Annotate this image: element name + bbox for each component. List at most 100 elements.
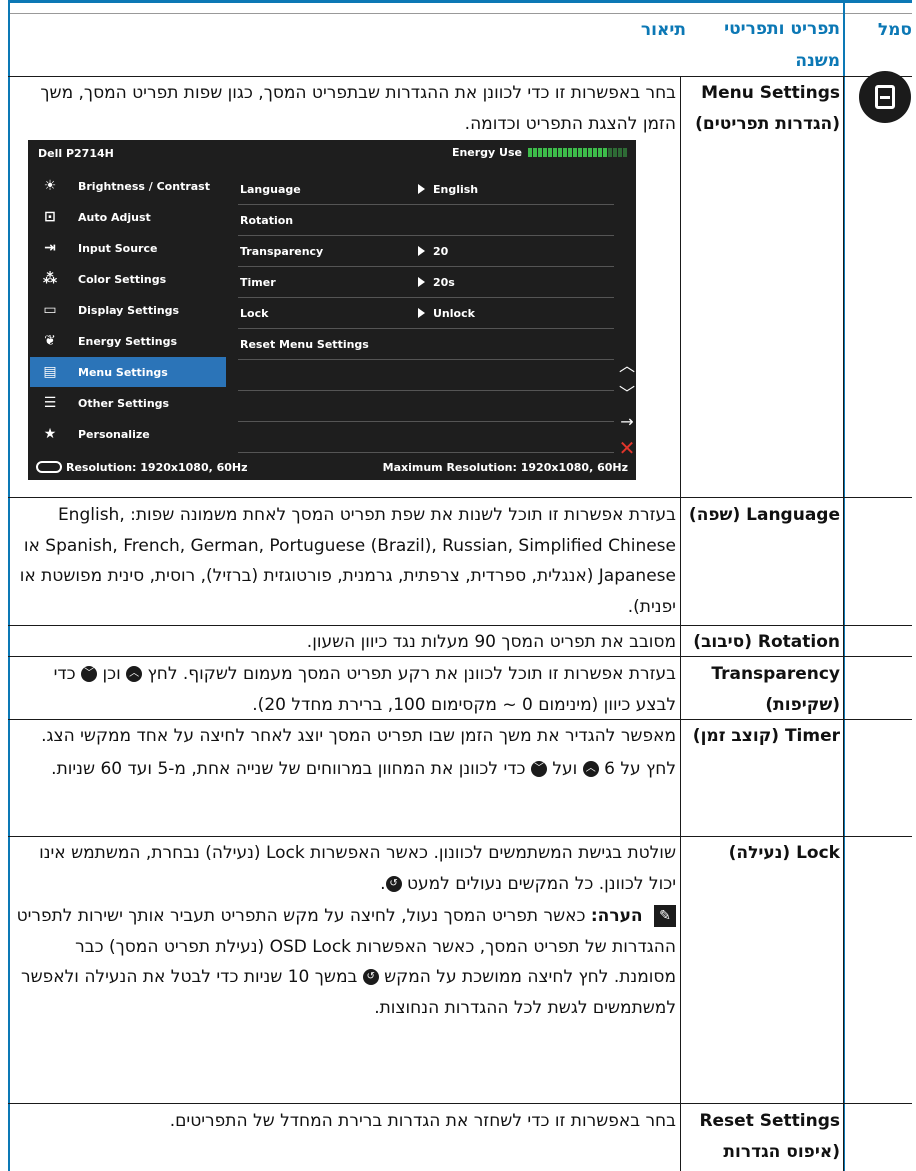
- energy-bar-segment: [563, 148, 567, 157]
- energy-bar-segment: [533, 148, 537, 157]
- energy-bar-segment: [548, 148, 552, 157]
- osd-menu-label: Personalize: [78, 427, 150, 441]
- row-desc-lock: שולטת בגישת המשתמשים לכוונון. כאשר האפשר…: [12, 838, 676, 1023]
- osd-menu-item[interactable]: ⇥ Input Source: [30, 233, 226, 263]
- up-button-icon: ︿: [582, 760, 599, 777]
- osd-menu-label: Auto Adjust: [78, 210, 151, 224]
- osd-menu-label: Display Settings: [78, 303, 180, 317]
- osd-submenu-value-text: English: [433, 182, 479, 196]
- osd-submenu-key: Lock: [240, 306, 269, 320]
- osd-menu-item[interactable]: ▤ Menu Settings: [30, 357, 226, 387]
- osd-submenu-row: [238, 360, 614, 391]
- color-settings-icon: ⁂: [42, 271, 58, 287]
- osd-submenu-value: 20s: [418, 276, 455, 289]
- osd-submenu-key: Transparency: [240, 244, 324, 258]
- header-option: תפריט ותפריטי משנה: [724, 19, 840, 71]
- energy-bar-segment: [603, 148, 607, 157]
- osd-submenu-value: 20: [418, 245, 448, 258]
- energy-bar-segment: [623, 148, 627, 157]
- osd-menu-item[interactable]: ★ Personalize: [30, 419, 226, 449]
- osd-submenu-value-text: 20: [433, 244, 449, 258]
- osd-menu-label: Menu Settings: [78, 365, 168, 379]
- osd-menu-item[interactable]: ⊡ Auto Adjust: [30, 202, 226, 232]
- energy-bar-segment: [543, 148, 547, 157]
- energy-bar-segment: [588, 148, 592, 157]
- menu-settings-icon: [859, 71, 911, 123]
- row-name-timer: Timer (קוצב זמן): [692, 726, 840, 746]
- osd-submenu-key: Language: [240, 182, 301, 196]
- row-desc-timer: מאפשר להגדיר את משך הזמן שבו תפריט המסך …: [12, 721, 676, 784]
- down-icon[interactable]: ﹀: [618, 384, 636, 404]
- timer-text-2b: ועל: [552, 758, 578, 779]
- osd-submenu-value-text: Unlock: [433, 306, 475, 320]
- row-desc-language: בעזרת אפשרות זו תוכל לשנות את שפת תפריט …: [19, 505, 676, 617]
- row-name-lock: Lock (נעילה): [728, 843, 840, 863]
- row-divider: [8, 625, 912, 626]
- timer-text-2: לחץ על 6 ︿ ועל ﹀ כדי לכוונן את המחוון במ…: [12, 754, 676, 785]
- osd-menu-label: Other Settings: [78, 396, 170, 410]
- up-icon[interactable]: ︿: [618, 356, 636, 376]
- row-name-reset: Reset Settings (איפוס הגדרות תפריטים): [699, 1111, 840, 1162]
- osd-submenu-row: [238, 422, 614, 453]
- energy-bar-segment: [618, 148, 622, 157]
- osd-menu-list: ☀ Brightness / Contrast ⊡ Auto Adjust ⇥ Input…: [30, 171, 226, 449]
- energy-bar-segment: [598, 148, 602, 157]
- border-left: [8, 0, 10, 1171]
- row-desc-reset: בחר באפשרות זו כדי לשחזר את הגדרות ברירת…: [169, 1111, 676, 1131]
- osd-menu-item[interactable]: ⁂ Color Settings: [30, 264, 226, 294]
- osd-submenu-row: [238, 391, 614, 422]
- lock-text-1a: שולטת בגישת המשתמשים לכוונון. כאשר האפשר…: [39, 843, 676, 894]
- row-desc-transparency: בעזרת אפשרות זו תוכל לכוונן את רקע תפריט…: [12, 659, 676, 720]
- osd-submenu-value: Unlock: [418, 307, 475, 320]
- osd-energy-label: Energy Use: [451, 146, 522, 159]
- osd-footer: Resolution: 1920x1080, 60Hz Maximum Reso…: [28, 454, 636, 480]
- energy-bar-segment: [613, 148, 617, 157]
- up-button-icon: ︿: [126, 666, 143, 682]
- osd-menu-item[interactable]: ▭ Display Settings: [30, 295, 226, 325]
- osd-menu-label: Brightness / Contrast: [78, 179, 210, 193]
- energy-bar-segment: [578, 148, 582, 157]
- osd-submenu-row[interactable]: Rotation: [238, 205, 614, 236]
- down-button-icon: ﹀: [530, 760, 547, 777]
- timer-text-2a: לחץ על: [620, 758, 676, 779]
- energy-bar-segment: [568, 148, 572, 157]
- osd-submenu-key: Timer: [240, 275, 276, 289]
- osd-submenu-key: Reset Menu Settings: [240, 337, 369, 351]
- menu-settings-icon: ▤: [43, 364, 57, 380]
- osd-menu-item[interactable]: ❦ Energy Settings: [30, 326, 226, 356]
- row-divider: [8, 497, 912, 498]
- exit-button-icon: ↺: [385, 875, 402, 892]
- energy-bar-segment: [528, 148, 532, 157]
- osd-submenu-value-text: 20s: [433, 275, 455, 289]
- osd-resolution-wrap: Resolution: 1920x1080, 60Hz: [36, 461, 248, 474]
- display-settings-icon: ▭: [43, 302, 57, 318]
- table-header: סמל תפריט ותפריטי משנה תיאור: [8, 0, 912, 76]
- lock-note: ✎ הערה: כאשר תפריט המסך נעול, לחיצה על מ…: [12, 901, 676, 1023]
- triangle-right-icon: [418, 184, 425, 194]
- osd-submenu-row[interactable]: Language English: [238, 174, 614, 205]
- row-divider: [8, 76, 912, 77]
- personalize-icon: ★: [43, 426, 57, 442]
- energy-settings-icon: ❦: [44, 333, 56, 349]
- enter-icon[interactable]: →: [618, 412, 636, 432]
- exit-button-icon: ↺: [362, 969, 379, 985]
- osd-menu-item[interactable]: ☀ Brightness / Contrast: [30, 171, 226, 201]
- osd-menu-item[interactable]: ☰ Other Settings: [30, 388, 226, 418]
- lock-text-1: שולטת בגישת המשתמשים לכוונון. כאשר האפשר…: [39, 843, 676, 894]
- osd-submenu-row[interactable]: Timer 20s: [238, 267, 614, 298]
- note-label: הערה:: [590, 906, 643, 926]
- energy-bar-segment: [538, 148, 542, 157]
- osd-model: Dell P2714H: [38, 147, 114, 160]
- col-divider-name: [843, 76, 844, 1171]
- osd-submenu-row[interactable]: Lock Unlock: [238, 298, 614, 329]
- osd-submenu-row[interactable]: Reset Menu Settings: [238, 329, 614, 360]
- osd-screenshot: Dell P2714H Energy Use ☀ Brightness / Con…: [28, 140, 636, 480]
- col-divider-desc: [680, 76, 681, 1171]
- timer-text-2c: כדי לכוונן את המחוון במרווחים של שנייה א…: [51, 758, 526, 779]
- triangle-right-icon: [418, 277, 425, 287]
- osd-submenu-row[interactable]: Transparency 20: [238, 236, 614, 267]
- energy-bar-segment: [573, 148, 577, 157]
- other-settings-icon: ☰: [43, 395, 57, 411]
- header-symbol: סמל: [877, 20, 912, 40]
- row-name-language: Language (שפה): [688, 505, 840, 525]
